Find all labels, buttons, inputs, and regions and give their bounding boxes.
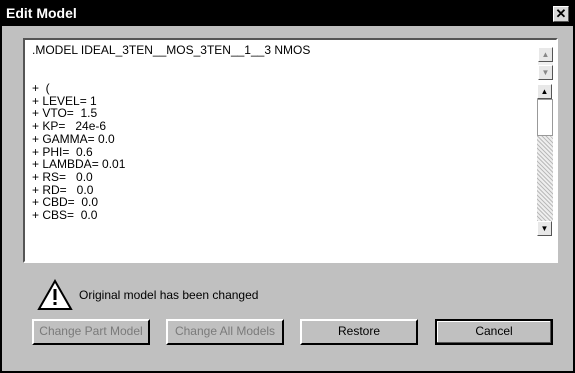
model-line: + ( bbox=[32, 81, 50, 96]
restore-button[interactable]: Restore bbox=[300, 319, 418, 345]
model-line: + VTO= 1.5 bbox=[32, 106, 98, 121]
scroll-up-icon[interactable]: ▲ bbox=[537, 84, 552, 99]
model-line: + GAMMA= 0.0 bbox=[32, 131, 115, 146]
edit-model-dialog: Edit Model ✕ .MODEL IDEAL_3TEN__MOS_3TEN… bbox=[0, 0, 575, 373]
change-part-model-button[interactable]: Change Part Model bbox=[32, 319, 150, 345]
model-line: + LEVEL= 1 bbox=[32, 93, 97, 108]
scroll-down-icon[interactable]: ▼ bbox=[537, 221, 552, 236]
cancel-button[interactable]: Cancel bbox=[435, 319, 553, 345]
header-scroll-up-icon[interactable]: ▲ bbox=[538, 47, 553, 62]
warning-icon bbox=[37, 279, 73, 310]
status-message: Original model has been changed bbox=[79, 288, 259, 302]
model-line: + RS= 0.0 bbox=[32, 169, 93, 184]
model-line: + RD= 0.0 bbox=[32, 182, 94, 197]
model-line: + LAMBDA= 0.01 bbox=[32, 157, 126, 172]
model-text-area[interactable]: .MODEL IDEAL_3TEN__MOS_3TEN__1__3 NMOS +… bbox=[23, 38, 558, 263]
close-button[interactable]: ✕ bbox=[553, 6, 569, 22]
model-line: + CBD= 0.0 bbox=[32, 195, 99, 210]
model-line: + KP= 24e-6 bbox=[32, 119, 107, 134]
model-line: + CBS= 0.0 bbox=[32, 207, 98, 222]
change-all-models-button[interactable]: Change All Models bbox=[166, 319, 284, 345]
header-scroll-down-icon[interactable]: ▼ bbox=[538, 65, 553, 80]
window-title: Edit Model bbox=[6, 5, 77, 21]
title-bar: Edit Model ✕ bbox=[2, 2, 573, 26]
scrollbar-track[interactable] bbox=[537, 99, 553, 221]
model-header-line: .MODEL IDEAL_3TEN__MOS_3TEN__1__3 NMOS bbox=[32, 43, 311, 57]
model-text-lines: .MODEL IDEAL_3TEN__MOS_3TEN__1__3 NMOS +… bbox=[32, 44, 526, 222]
scrollbar-thumb[interactable] bbox=[537, 99, 553, 136]
